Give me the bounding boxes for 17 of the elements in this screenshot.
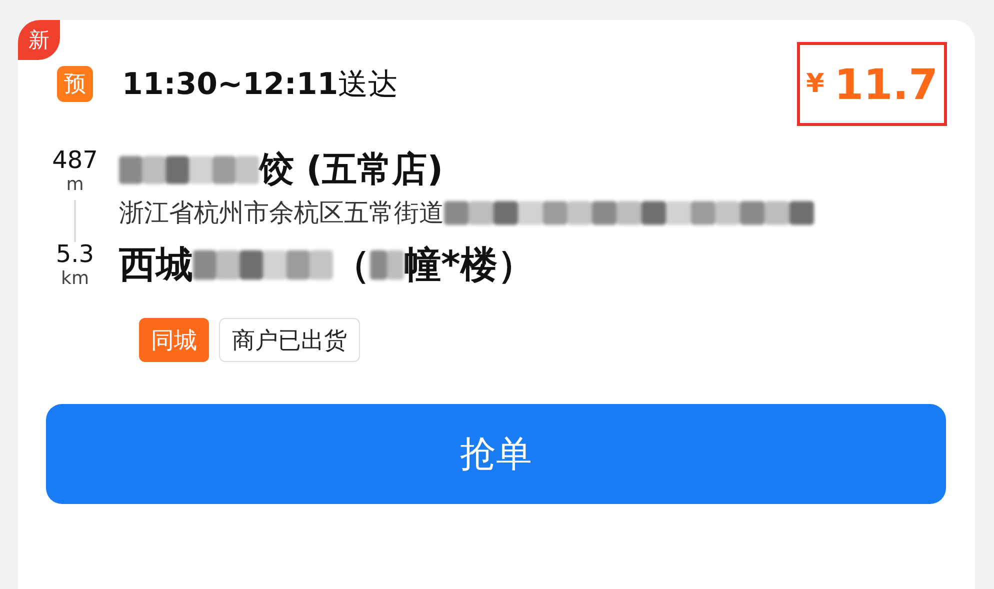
currency-sign: ¥ xyxy=(806,69,824,99)
order-tag: 同城 xyxy=(139,318,209,362)
delivery-time: 11:30~12:11送达 xyxy=(122,66,398,104)
order-tag: 商户已出货 xyxy=(219,318,360,362)
distance-unit: km xyxy=(61,268,89,290)
schedule-badge: 预 xyxy=(57,66,93,102)
store-name: 饺 (五常店) xyxy=(259,149,444,192)
price: 11.7 xyxy=(834,60,938,108)
pickup-distance: 487 xyxy=(52,146,98,174)
store-address: 浙江省杭州市余杭区五常街道 xyxy=(119,197,444,229)
dropoff-address: 西城 xyxy=(119,242,193,288)
new-badge: 新 xyxy=(18,20,60,60)
dropoff-address: （ xyxy=(333,242,370,288)
dropoff-distance: 5.3 xyxy=(56,240,94,268)
grab-order-button[interactable]: 抢单 xyxy=(46,404,946,504)
distance-unit: m xyxy=(66,174,84,196)
dropoff-address: 幢*楼） xyxy=(404,242,534,288)
